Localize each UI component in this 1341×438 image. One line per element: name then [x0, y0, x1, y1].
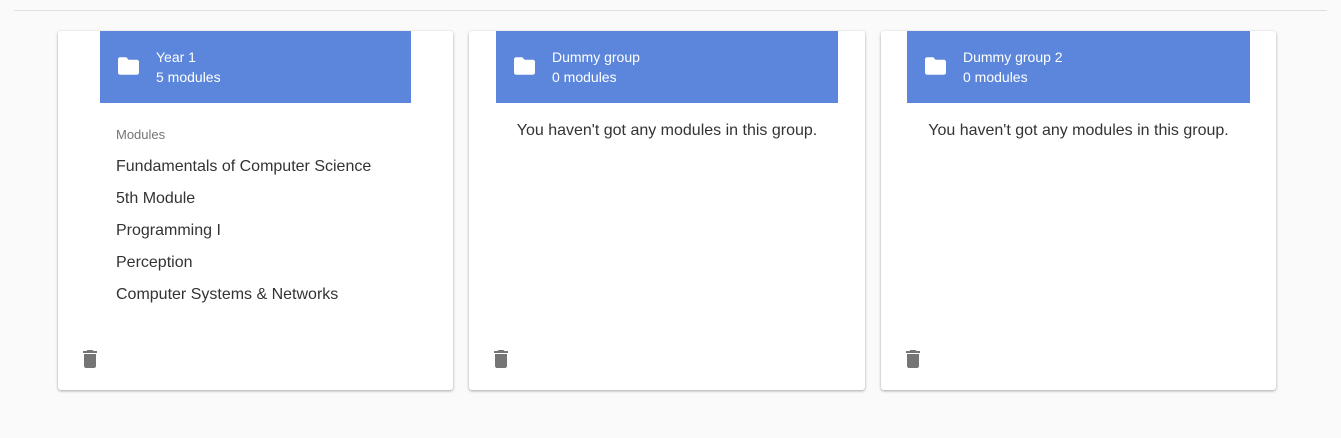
module-item[interactable]: 5th Module: [116, 187, 371, 219]
group-header[interactable]: Dummy group 2 0 modules: [907, 31, 1250, 103]
module-list: Fundamentals of Computer Science 5th Mod…: [116, 155, 371, 315]
module-item[interactable]: Fundamentals of Computer Science: [116, 155, 371, 187]
group-card-dummy-group-2: Dummy group 2 0 modules You haven't got …: [881, 31, 1276, 390]
top-divider: [14, 10, 1327, 11]
module-item[interactable]: Perception: [116, 251, 371, 283]
trash-icon: [906, 350, 920, 368]
group-module-count: 5 modules: [156, 69, 221, 85]
empty-group-message: You haven't got any modules in this grou…: [928, 122, 1229, 139]
folder-icon: [514, 57, 535, 75]
group-module-count: 0 modules: [963, 69, 1028, 85]
module-item[interactable]: Computer Systems & Networks: [116, 283, 371, 315]
group-title: Dummy group 2: [963, 49, 1063, 65]
group-header[interactable]: Dummy group 0 modules: [496, 31, 838, 103]
empty-group-message: You haven't got any modules in this grou…: [516, 122, 818, 139]
group-title: Year 1: [156, 49, 196, 65]
folder-icon: [925, 57, 946, 75]
folder-icon: [118, 57, 139, 75]
modules-list-subheader: Modules: [116, 127, 166, 142]
group-title: Dummy group: [552, 49, 640, 65]
group-card-year-1: Year 1 5 modules Modules Fundamentals of…: [58, 31, 453, 390]
module-item[interactable]: Programming I: [116, 219, 371, 251]
delete-group-button[interactable]: [76, 345, 104, 373]
trash-icon: [494, 350, 508, 368]
group-module-count: 0 modules: [552, 69, 617, 85]
delete-group-button[interactable]: [487, 345, 515, 373]
trash-icon: [83, 350, 97, 368]
delete-group-button[interactable]: [899, 345, 927, 373]
group-header[interactable]: Year 1 5 modules: [100, 31, 411, 103]
group-card-dummy-group: Dummy group 0 modules You haven't got an…: [469, 31, 865, 390]
